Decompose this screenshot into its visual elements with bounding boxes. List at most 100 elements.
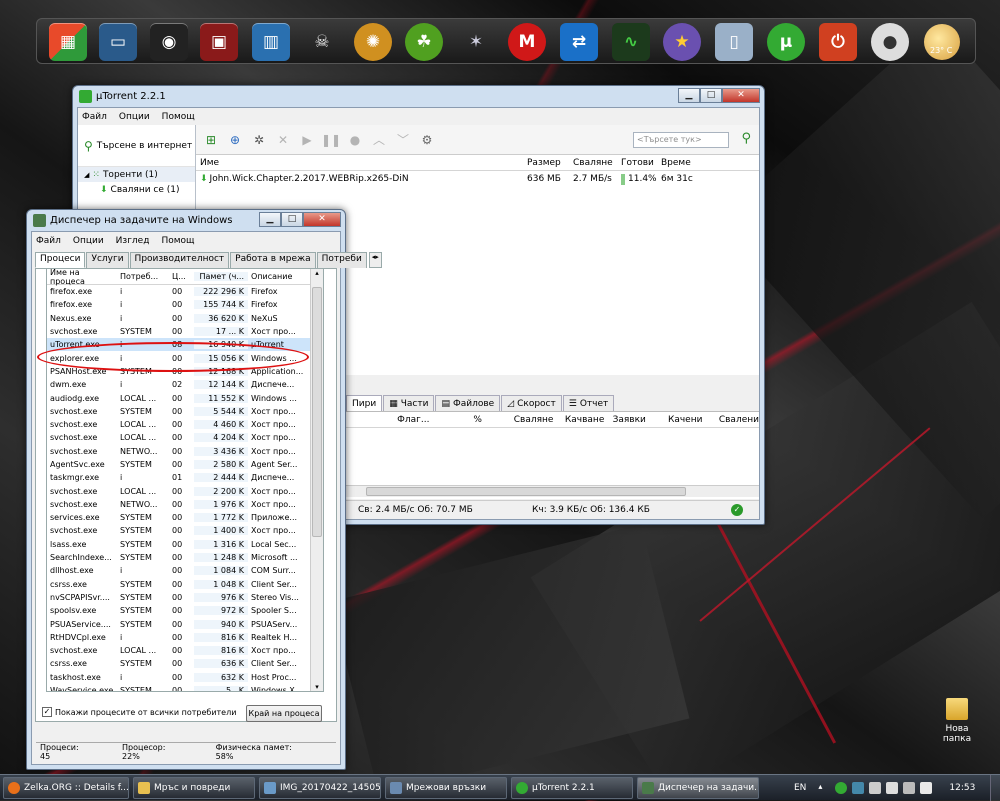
taskbar-folder[interactable]: Мръс и повреди [133,777,255,799]
col-cpu[interactable]: Ц... [169,272,194,281]
language-indicator[interactable]: EN [794,783,806,793]
weather-widget[interactable]: 23° C [924,24,960,60]
peer-col-percent[interactable]: % [450,415,482,425]
horizontal-scrollbar[interactable] [346,485,759,497]
tray-network-icon[interactable] [886,782,899,794]
minimize-button[interactable]: ▁ [678,88,700,103]
remove-icon[interactable]: ✕ [274,131,292,149]
col-description[interactable]: Описание [248,272,308,281]
process-row[interactable]: svchost.exe SYSTEM 00 5 544 K Хост про... [47,405,323,418]
teamviewer-icon[interactable]: ⇄ [560,23,598,61]
taskbar-image[interactable]: IMG_20170422_14505... [259,777,381,799]
end-process-button[interactable]: Край на процеса [246,705,322,722]
maximize-button[interactable]: □ [281,212,303,227]
close-button[interactable]: ✕ [722,88,760,103]
menu-options[interactable]: Опции [119,112,150,122]
process-row[interactable]: nvSCPAPISvr.... SYSTEM 00 976 K Stereo Vis..… [47,591,323,604]
show-desktop-button[interactable] [990,775,1000,801]
scroll-down-icon[interactable]: ▾ [311,683,323,691]
add-url-icon[interactable]: ⊕ [226,131,244,149]
torrent-row[interactable]: ⬇ John.Wick.Chapter.2.2017.WEBRip.x265-Di… [196,171,759,187]
desktop-folder[interactable]: Нова папка [930,698,984,744]
desktop-icon[interactable]: ▥ [252,23,290,61]
minimize-button[interactable]: ▁ [259,212,281,227]
process-row[interactable]: services.exe SYSTEM 00 1 772 K Приложе... [47,511,323,524]
tab-users[interactable]: Потреби [316,252,367,268]
search-go-icon[interactable]: ⚲ [741,131,751,146]
skull-icon[interactable]: ☠ [303,23,341,61]
search-input[interactable]: <Търсете тук> [633,132,729,148]
satellite-icon[interactable]: ✶ [457,23,495,61]
film-icon[interactable]: ▣ [200,23,238,61]
menu-file[interactable]: Файл [82,112,107,122]
process-row[interactable]: csrss.exe SYSTEM 00 1 048 K Client Ser... [47,578,323,591]
peer-col-flags[interactable]: Флаг... [393,415,450,425]
taskbar-network[interactable]: Мрежови връзки [385,777,507,799]
col-memory[interactable]: Памет (ч... [194,272,248,281]
taskbar-firefox[interactable]: Zelka.ORG :: Details f... [3,777,129,799]
internet-search-link[interactable]: ⚲ Търсене в интернет [78,125,195,167]
process-row[interactable]: taskmgr.exe i 01 2 444 K Диспече... [47,471,323,484]
maximize-button[interactable]: □ [700,88,722,103]
peer-col-up[interactable]: Качване [553,415,604,425]
process-row[interactable]: spoolsv.exe SYSTEM 00 972 K Spooler S... [47,604,323,617]
tray-app-icon[interactable] [852,782,865,794]
process-row[interactable]: svchost.exe NETWO... 00 3 436 K Хост про... [47,445,323,458]
move-up-icon[interactable]: ︿ [370,131,388,149]
media-center-icon[interactable]: ◉ [150,23,188,61]
settings-gear-icon[interactable]: ⚙ [418,131,436,149]
sidebar-item-torrents[interactable]: ◢ ⁙ Торенти (1) [78,167,195,182]
menu-help[interactable]: Помощ [162,112,195,122]
col-user[interactable]: Потреб... [117,272,169,281]
add-torrent-icon[interactable]: ⊞ [202,131,220,149]
create-torrent-icon[interactable]: ✲ [250,131,268,149]
show-all-users-checkbox[interactable]: ✓ Покажи процесите от всички потребители [42,707,236,717]
col-eta[interactable]: Време [657,158,707,168]
process-row[interactable]: Nexus.exe i 00 36 620 K NeXuS [47,312,323,325]
process-row[interactable]: svchost.exe LOCAL ... 00 4 460 K Хост про... [47,418,323,431]
move-down-icon[interactable]: ﹀ [394,131,412,149]
taskmgr-titlebar[interactable]: Диспечер на задачите на Windows ▁ □ ✕ [27,210,345,230]
menu-view[interactable]: Изглед [116,236,150,246]
star-icon[interactable]: ★ [663,23,701,61]
mega-icon[interactable]: M [508,23,546,61]
col-size[interactable]: Размер [523,158,569,168]
malware-icon[interactable]: ✺ [354,23,392,61]
windows-flag-icon[interactable]: ▦ [49,23,87,61]
trash-icon[interactable]: ▯ [715,23,753,61]
scroll-thumb[interactable] [366,487,686,496]
green-plant-icon[interactable]: ☘ [405,23,443,61]
peer-col-down[interactable]: Сваляне [482,415,554,425]
process-row[interactable]: svchost.exe SYSTEM 00 1 400 K Хост про... [47,524,323,537]
start-icon[interactable]: ▶ [298,131,316,149]
remote-desktop-icon[interactable]: ▭ [99,23,137,61]
sidebar-item-downloading[interactable]: ⬇ Сваляни се (1) [78,182,195,197]
peer-col-downloaded[interactable]: Свалени [702,415,759,425]
process-row[interactable]: svchost.exe LOCAL ... 00 4 204 K Хост про... [47,431,323,444]
process-row[interactable]: WavService.exe SYSTEM 00 5.. K Windows X... [47,684,323,691]
tab-files[interactable]: ▤ Файлове [435,395,501,411]
utorrent-titlebar[interactable]: µTorrent 2.2.1 ▁ □ ✕ [73,86,764,106]
process-row[interactable]: dllhost.exe i 00 1 084 K COM Surr... [47,564,323,577]
pause-icon[interactable]: ❚❚ [321,131,341,149]
process-row[interactable]: dwm.exe i 02 12 144 K Диспече... [47,378,323,391]
tab-networking[interactable]: Работа в мрежа [230,252,316,268]
process-row[interactable]: svchost.exe LOCAL ... 00 816 K Хост про... [47,644,323,657]
process-row[interactable]: svchost.exe LOCAL ... 00 2 200 K Хост про... [47,484,323,497]
monitor-graph-icon[interactable]: ∿ [612,23,650,61]
vertical-scrollbar[interactable]: ▴ ▾ [310,269,323,691]
tab-log[interactable]: ☰ Отчет [562,395,615,411]
peer-col-uploaded[interactable]: Качени [646,415,703,425]
tab-peers[interactable]: Пири [346,395,383,411]
col-name[interactable]: Име [196,158,523,168]
clock[interactable]: 12:53 [949,783,975,793]
process-row[interactable]: lsass.exe SYSTEM 00 1 316 K Local Sec... [47,538,323,551]
menu-options[interactable]: Опции [73,236,104,246]
taskbar-taskmgr[interactable]: Диспечер на задачи... [637,777,759,799]
tray-expand-icon[interactable]: ▴ [818,782,830,794]
process-row[interactable]: firefox.exe i 00 155 744 K Firefox [47,298,323,311]
tab-processes[interactable]: Процеси [35,252,86,268]
stop-icon[interactable]: ● [346,131,364,149]
tray-utorrent-icon[interactable] [835,782,848,794]
col-done[interactable]: Готови [617,158,657,168]
